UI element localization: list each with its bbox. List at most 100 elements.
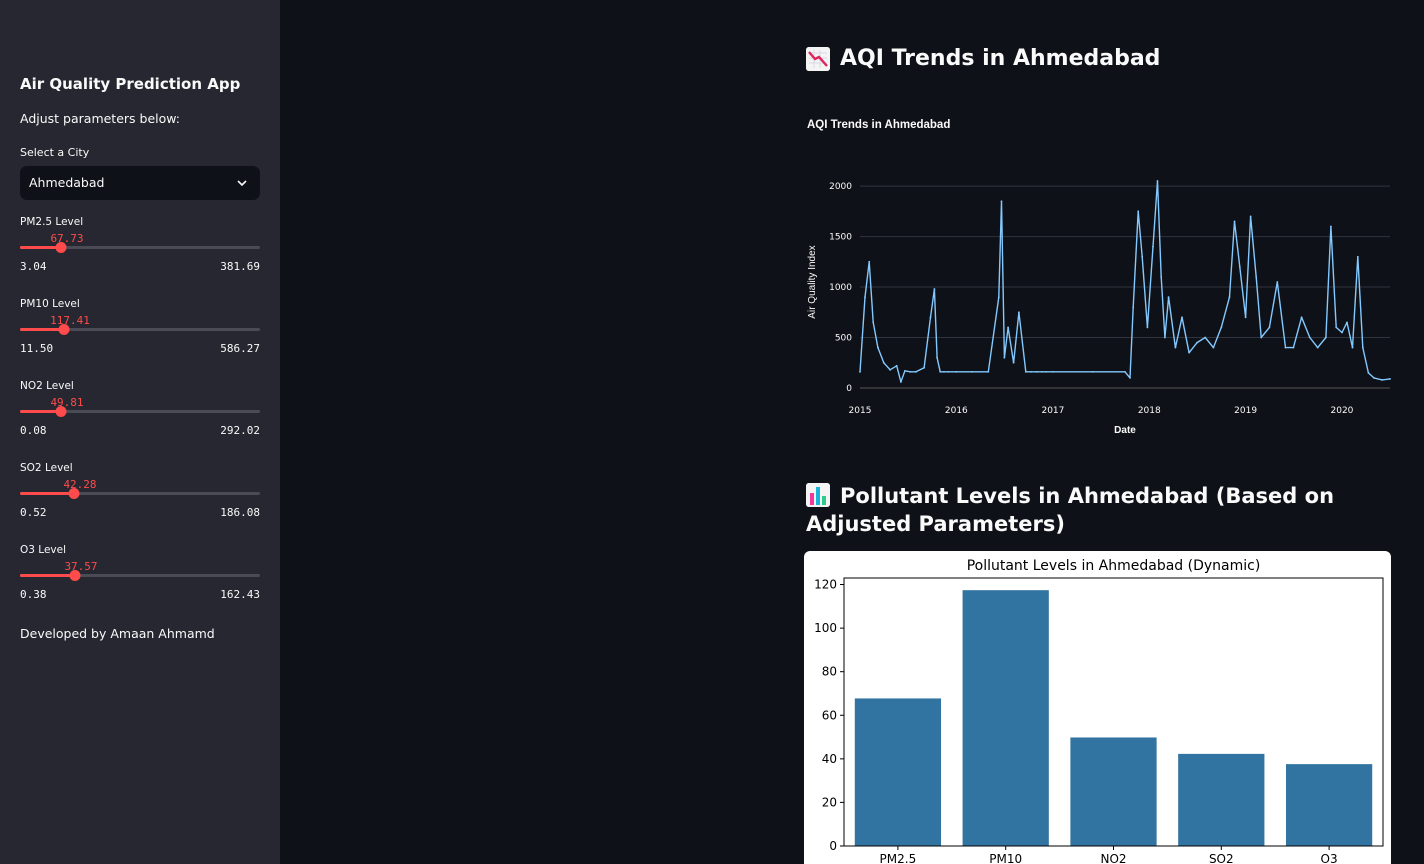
aqi-data-point xyxy=(1367,371,1370,374)
bar-y-tick-label: 80 xyxy=(822,665,837,679)
bar-so2 xyxy=(1178,753,1265,846)
aqi-data-point xyxy=(1341,331,1343,334)
aqi-data-point xyxy=(1124,370,1126,373)
aqi-data-point xyxy=(1284,346,1287,349)
sidebar: Air Quality Prediction App Adjust parame… xyxy=(0,0,280,864)
aqi-data-point xyxy=(1212,346,1215,349)
slider-thumb[interactable] xyxy=(69,570,81,581)
city-select[interactable]: Ahmedabad xyxy=(20,166,260,200)
aqi-data-point xyxy=(868,260,871,263)
aqi-data-point xyxy=(1260,336,1263,339)
aqi-chart-title: AQI Trends in Ahmedabad xyxy=(807,119,950,131)
aqi-data-point xyxy=(1030,370,1032,373)
bar-no2 xyxy=(1070,737,1157,846)
aqi-data-point xyxy=(1300,316,1303,319)
aqi-data-point xyxy=(1276,281,1279,283)
bar-x-tick-label: PM10 xyxy=(989,852,1022,864)
bar-x-tick-label: PM2.5 xyxy=(880,852,917,864)
aqi-data-point xyxy=(1091,370,1094,373)
slider-o3[interactable]: O3 Level 37.57 0.38 162.43 xyxy=(20,544,260,614)
bar-x-tick-label: O3 xyxy=(1321,852,1338,864)
slider-track[interactable] xyxy=(20,574,260,577)
aqi-data-point xyxy=(1052,370,1054,373)
aqi-data-point xyxy=(923,366,926,369)
aqi-data-point xyxy=(895,364,898,367)
aqi-data-point xyxy=(1129,377,1131,379)
slider-fill xyxy=(20,574,75,577)
aqi-y-axis-label: Air Quality Index xyxy=(807,245,818,318)
bar-chart-title: Pollutant Levels in Ahmedabad (Dynamic) xyxy=(967,558,1261,574)
sidebar-title: Air Quality Prediction App xyxy=(20,75,241,93)
bar-pm25 xyxy=(854,698,942,846)
slider-value: 117.41 xyxy=(50,314,90,327)
aqi-trend-chart[interactable]: AQI Trends in Ahmedabad 0 500 1000 1500 2000 2… xyxy=(804,108,1400,448)
slider-fill xyxy=(20,492,74,495)
bar-x-tick-label: SO2 xyxy=(1209,852,1234,864)
slider-no2[interactable]: NO2 Level 49.81 0.08 292.02 xyxy=(20,380,260,450)
sidebar-footer: Developed by Amaan Ahmamd xyxy=(20,626,215,641)
aqi-series-line xyxy=(859,180,1391,383)
slider-label: O3 Level xyxy=(20,544,66,556)
aqi-data-point xyxy=(877,346,879,349)
aqi-data-point xyxy=(1000,200,1003,203)
aqi-x-tick: 2017 xyxy=(1041,406,1064,416)
pollutant-bar-chart-panel: Pollutant Levels in Ahmedabad (Dynamic) P… xyxy=(804,551,1391,864)
aqi-data-point xyxy=(1346,321,1348,324)
slider-min: 0.08 xyxy=(20,424,47,437)
aqi-data-point xyxy=(1308,336,1311,339)
bar-y-tick-label: 20 xyxy=(822,795,837,809)
aqi-data-point xyxy=(872,321,875,324)
aqi-data-point xyxy=(900,381,902,383)
aqi-data-point xyxy=(1220,326,1223,329)
slider-so2[interactable]: SO2 Level 42.28 0.52 186.08 xyxy=(20,462,260,532)
aqi-data-point xyxy=(909,370,912,373)
aqi-data-point xyxy=(1292,346,1295,349)
pollutant-bar-chart[interactable]: Pollutant Levels in Ahmedabad (Dynamic) P… xyxy=(804,551,1391,864)
slider-value: 49.81 xyxy=(50,396,84,409)
city-select-label: Select a City xyxy=(20,146,90,159)
aqi-data-point xyxy=(1244,316,1247,319)
aqi-data-point xyxy=(987,370,990,373)
slider-fill xyxy=(20,328,64,331)
slider-label: PM10 Level xyxy=(20,298,80,310)
aqi-data-point xyxy=(1167,296,1170,299)
aqi-y-tick: 1500 xyxy=(829,233,852,243)
aqi-data-point xyxy=(864,296,866,299)
bar-x-tick-label: NO2 xyxy=(1100,852,1126,864)
aqi-data-point xyxy=(947,370,950,373)
aqi-heading-text: AQI Trends in Ahmedabad xyxy=(840,46,1161,71)
aqi-data-point xyxy=(1188,351,1191,354)
aqi-y-tick: 2000 xyxy=(829,182,852,192)
slider-label: NO2 Level xyxy=(20,380,74,392)
aqi-data-point xyxy=(1316,346,1319,349)
slider-value: 42.28 xyxy=(63,478,97,491)
aqi-data-point xyxy=(1329,225,1332,228)
aqi-data-point xyxy=(1156,180,1159,182)
slider-track[interactable] xyxy=(20,328,260,331)
pollutant-heading-text: Pollutant Levels in Ahmedabad (Based on … xyxy=(806,484,1335,536)
slider-max: 586.27 xyxy=(220,342,260,355)
slider-thumb[interactable] xyxy=(58,324,70,335)
slider-pm25[interactable]: PM2.5 Level 67.73 3.04 381.69 xyxy=(20,216,260,286)
bar-y-tick-label: 60 xyxy=(822,708,837,722)
slider-pm10[interactable]: PM10 Level 117.41 11.50 586.27 xyxy=(20,298,260,368)
slider-thumb[interactable] xyxy=(68,488,80,499)
aqi-data-point xyxy=(933,288,936,290)
aqi-data-point xyxy=(1132,306,1135,309)
slider-thumb[interactable] xyxy=(55,406,67,417)
slider-min: 11.50 xyxy=(20,342,54,355)
aqi-x-tick: 2015 xyxy=(849,406,872,416)
pollutant-heading: Pollutant Levels in Ahmedabad (Based on … xyxy=(806,482,1396,538)
slider-max: 186.08 xyxy=(220,506,260,519)
aqi-data-point xyxy=(889,368,891,371)
aqi-data-point xyxy=(955,370,958,373)
bar-y-tick-label: 100 xyxy=(814,621,837,635)
slider-track[interactable] xyxy=(20,492,260,495)
aqi-data-point xyxy=(882,361,885,364)
slider-thumb[interactable] xyxy=(55,242,67,253)
aqi-data-point xyxy=(1204,336,1207,339)
aqi-heading: AQI Trends in Ahmedabad xyxy=(806,46,1160,71)
aqi-data-point xyxy=(1255,276,1258,278)
aqi-data-point xyxy=(1137,210,1140,213)
aqi-data-point xyxy=(1361,346,1364,349)
